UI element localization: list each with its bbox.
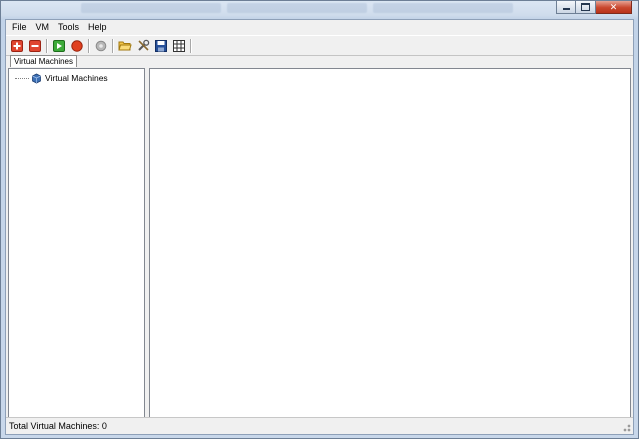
save-icon <box>155 39 167 52</box>
stop-vm-button[interactable] <box>69 38 85 54</box>
menu-bar: File VM Tools Help <box>6 20 633 35</box>
grid-icon <box>173 39 185 52</box>
caption-buttons: ✕ <box>556 1 632 14</box>
minimize-icon <box>562 8 570 10</box>
detail-pane[interactable] <box>149 68 631 418</box>
close-button[interactable]: ✕ <box>596 1 632 14</box>
add-vm-icon <box>11 39 23 52</box>
open-button[interactable] <box>117 38 133 54</box>
menu-vm[interactable]: VM <box>32 20 54 35</box>
toolbar-separator <box>46 38 48 53</box>
tree-connector-line <box>15 78 29 79</box>
maximize-icon <box>581 3 590 11</box>
tree-node-virtual-machines[interactable]: Virtual Machines <box>15 73 108 84</box>
tools-button[interactable] <box>135 38 151 54</box>
menu-help[interactable]: Help <box>84 20 111 35</box>
toolbar-separator <box>112 38 114 53</box>
remove-vm-button[interactable] <box>27 38 43 54</box>
add-vm-button[interactable] <box>9 38 25 54</box>
background-taskbar-ghost <box>81 3 513 15</box>
minimize-button[interactable] <box>556 1 576 14</box>
virtual-machines-icon <box>32 73 41 84</box>
status-bar: Total Virtual Machines: 0 <box>6 417 633 434</box>
toolbar <box>6 35 633 56</box>
resize-grip-icon[interactable] <box>621 422 631 432</box>
application-window: ✕ File VM Tools Help Virtual Machines Vi… <box>0 0 639 439</box>
client-area: File VM Tools Help Virtual Machines Virt… <box>5 19 634 435</box>
start-vm-icon <box>53 39 65 52</box>
menu-file[interactable]: File <box>8 20 31 35</box>
tab-virtual-machines[interactable]: Virtual Machines <box>10 55 77 67</box>
save-button[interactable] <box>153 38 169 54</box>
toolbar-separator <box>190 38 192 53</box>
tab-strip: Virtual Machines <box>8 54 631 67</box>
open-folder-icon <box>118 41 132 50</box>
start-vm-button[interactable] <box>51 38 67 54</box>
toolbar-separator <box>88 38 90 53</box>
status-text: Total Virtual Machines: 0 <box>9 421 107 431</box>
grid-button[interactable] <box>171 38 187 54</box>
tree-pane[interactable]: Virtual Machines <box>8 68 145 418</box>
title-bar[interactable]: ✕ <box>1 1 638 19</box>
settings-disabled-icon <box>95 40 107 51</box>
stop-vm-icon <box>71 39 83 52</box>
tools-icon <box>137 39 149 51</box>
close-icon: ✕ <box>609 1 618 12</box>
tree-node-label: Virtual Machines <box>45 73 108 83</box>
menu-tools[interactable]: Tools <box>54 20 83 35</box>
vm-settings-button[interactable] <box>93 38 109 54</box>
maximize-button[interactable] <box>576 1 596 14</box>
remove-vm-icon <box>29 39 41 52</box>
